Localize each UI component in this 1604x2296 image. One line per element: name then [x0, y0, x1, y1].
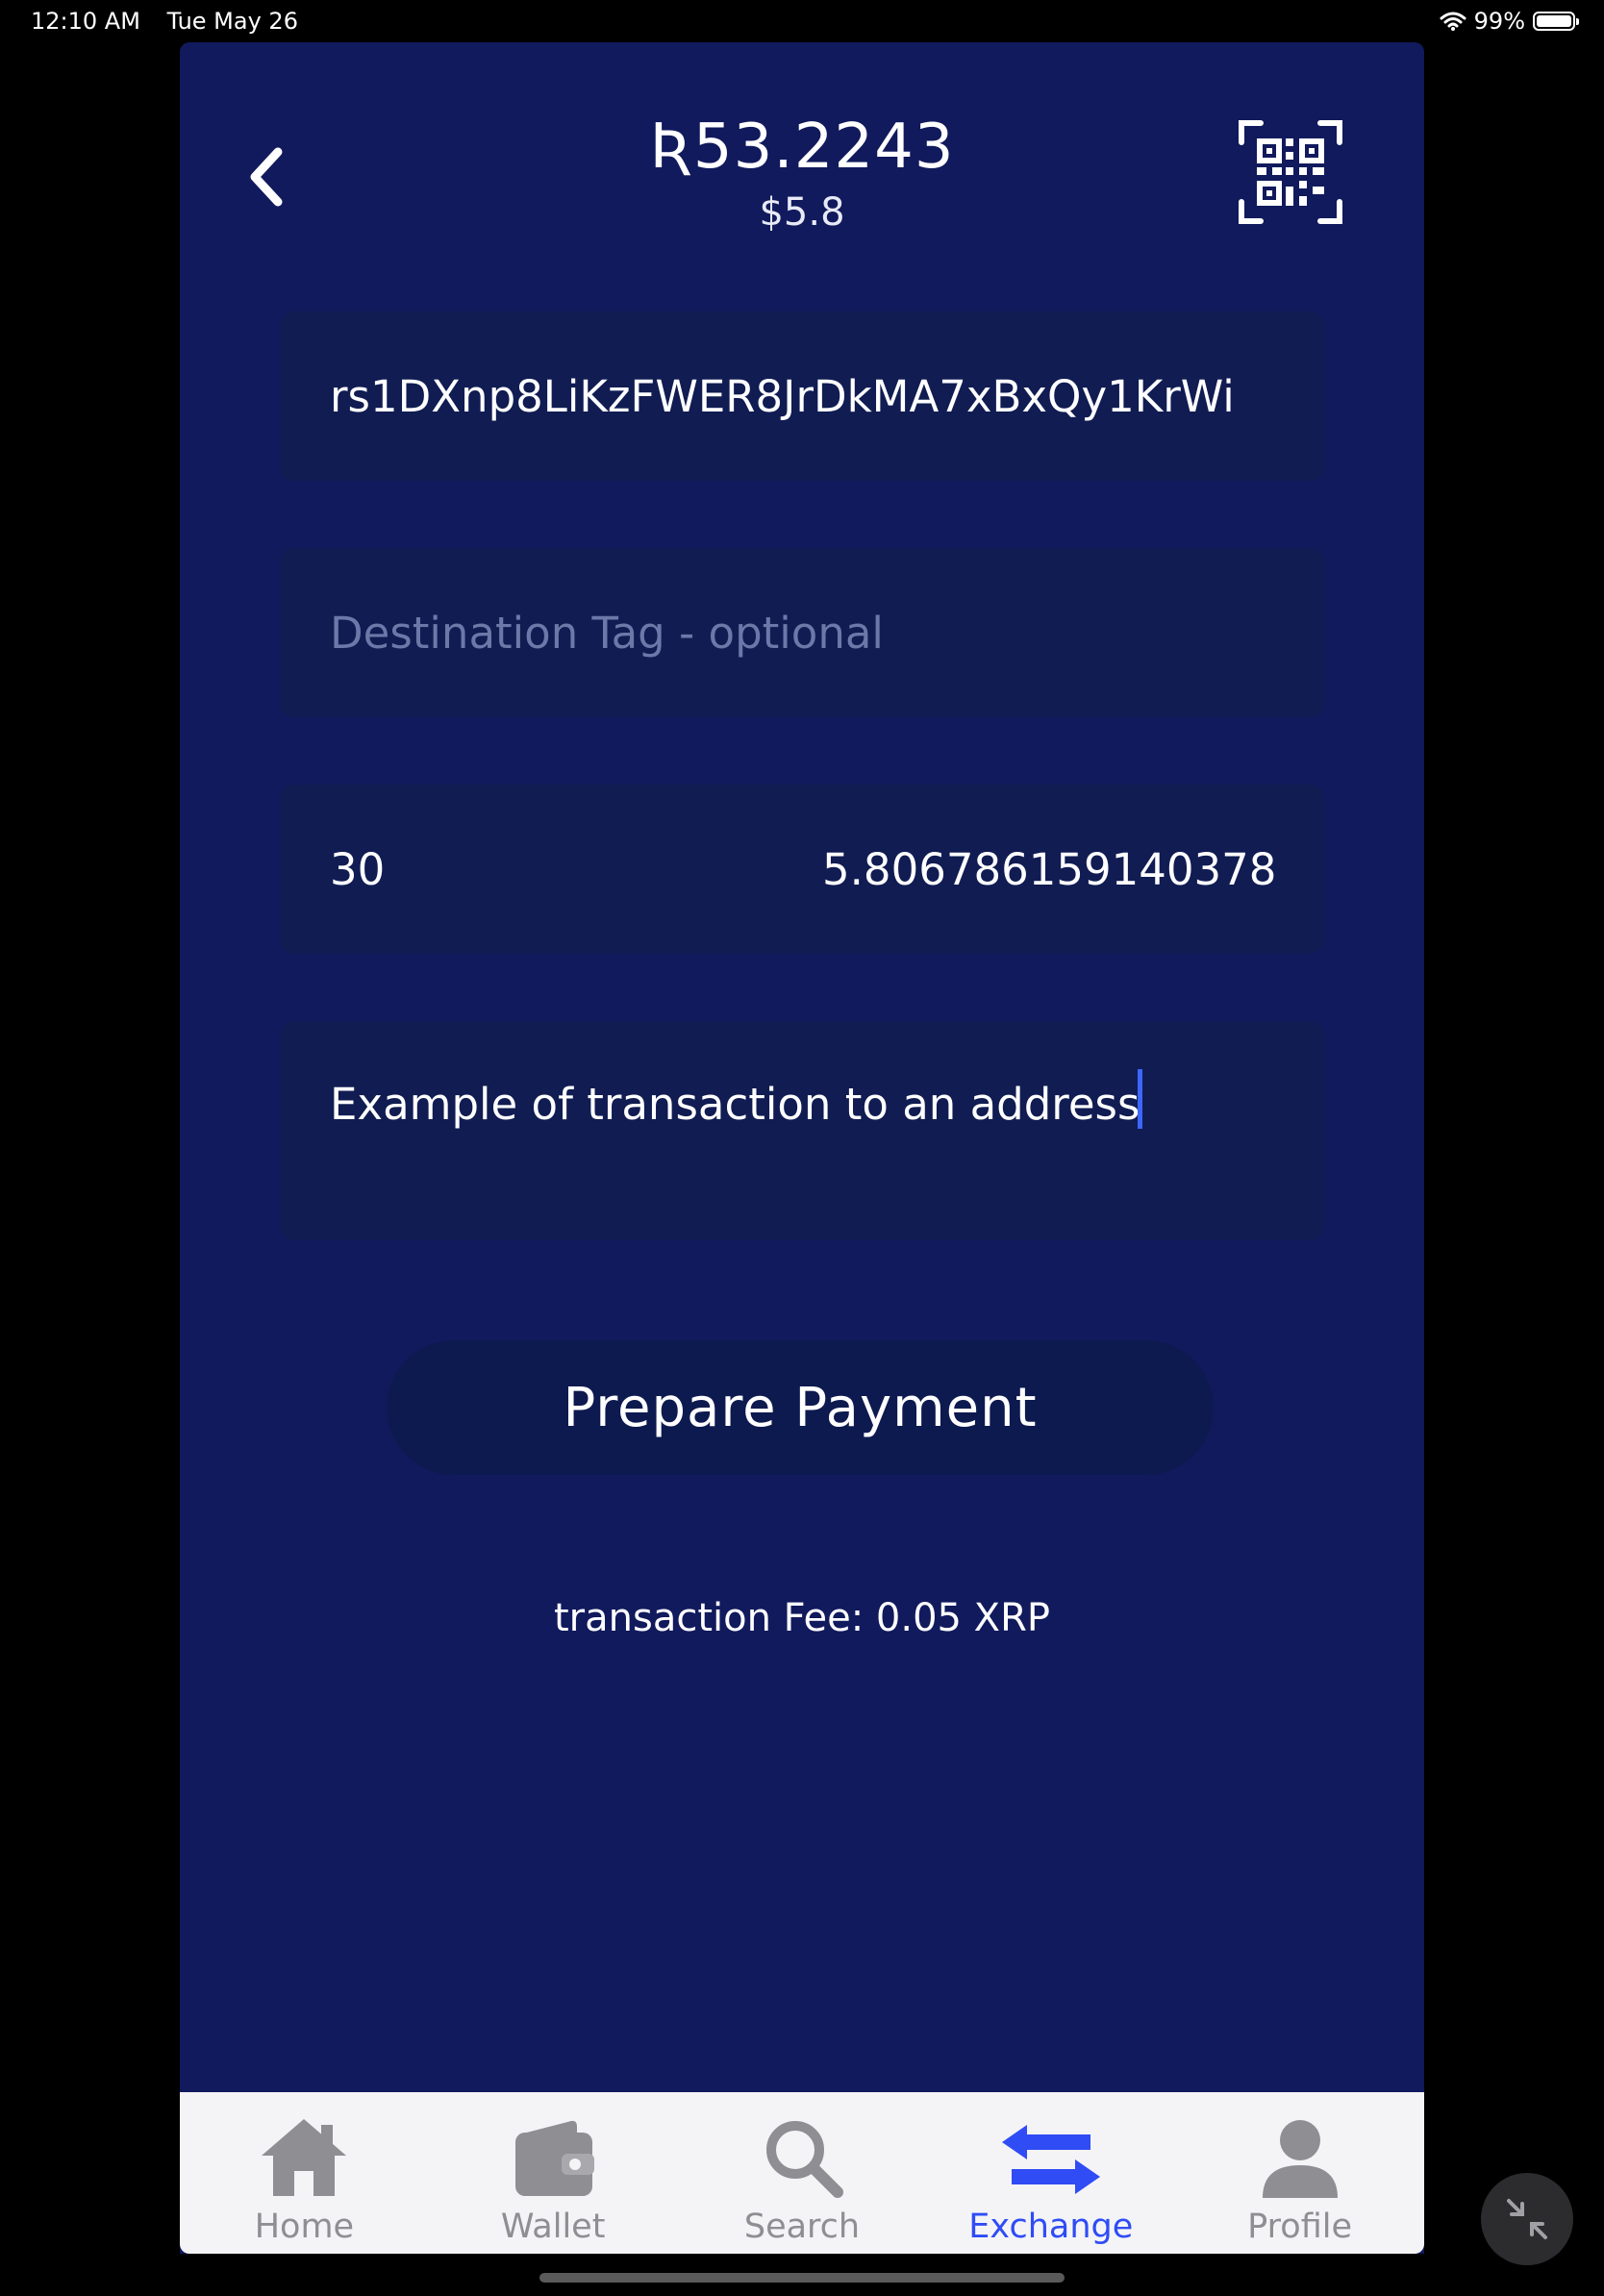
- wallet-icon: [515, 2120, 595, 2196]
- qr-code-icon: [1239, 120, 1342, 224]
- exchange-icon: [1001, 2125, 1100, 2194]
- home-icon: [262, 2119, 347, 2196]
- destination-address-value: rs1DXnp8LiKzFWER8JrDkMA7xBxQy1KrWi: [330, 370, 1235, 422]
- status-bar-left: 12:10 AM Tue May 26: [31, 8, 317, 35]
- tab-exchange[interactable]: Exchange: [926, 2092, 1175, 2254]
- home-indicator[interactable]: [539, 2273, 1065, 2283]
- prepare-payment-button[interactable]: Prepare Payment: [387, 1340, 1214, 1475]
- tab-label: Wallet: [500, 2208, 606, 2246]
- amount-value: 30: [330, 843, 386, 895]
- qr-scan-button[interactable]: [1238, 119, 1343, 225]
- wifi-icon: [1440, 12, 1466, 31]
- destination-address-input[interactable]: rs1DXnp8LiKzFWER8JrDkMA7xBxQy1KrWi: [280, 312, 1324, 481]
- text-caret: [1138, 1069, 1143, 1129]
- amount-converted-value: 5.806786159140378: [822, 843, 1277, 895]
- profile-icon: [1262, 2120, 1338, 2198]
- tab-label: Search: [743, 2208, 861, 2246]
- destination-tag-placeholder: Destination Tag - optional: [330, 607, 884, 659]
- tab-label: Home: [254, 2208, 355, 2246]
- destination-tag-input[interactable]: Destination Tag - optional: [280, 548, 1324, 717]
- transaction-fee: transaction Fee: 0.05 XRP: [554, 1596, 1050, 1640]
- tab-home[interactable]: Home: [180, 2092, 429, 2254]
- tab-bar: Home Wallet Search Exchange Profile: [180, 2092, 1424, 2254]
- status-bar-right: 99%: [1440, 8, 1579, 35]
- status-time: 12:10 AM: [31, 8, 140, 35]
- battery-icon: [1533, 12, 1579, 31]
- memo-input[interactable]: Example of transaction to an address: [280, 1021, 1324, 1240]
- amount-input[interactable]: 30 5.806786159140378: [280, 785, 1324, 954]
- send-screen: Ʀ53.2243 $5.8 rs1DXnp8LiKzFWER8JrDkMA7xB…: [180, 42, 1424, 2254]
- collapse-arrows-icon: [1507, 2199, 1547, 2239]
- search-icon: [765, 2121, 843, 2198]
- status-date: Tue May 26: [166, 8, 298, 35]
- tab-profile[interactable]: Profile: [1175, 2092, 1424, 2254]
- tab-search[interactable]: Search: [678, 2092, 927, 2254]
- battery-percent: 99%: [1473, 8, 1525, 35]
- tab-label: Profile: [1247, 2208, 1352, 2246]
- collapse-button[interactable]: [1481, 2173, 1573, 2265]
- memo-value: Example of transaction to an address: [330, 1079, 1140, 1130]
- tab-wallet[interactable]: Wallet: [429, 2092, 678, 2254]
- tab-label: Exchange: [968, 2208, 1134, 2246]
